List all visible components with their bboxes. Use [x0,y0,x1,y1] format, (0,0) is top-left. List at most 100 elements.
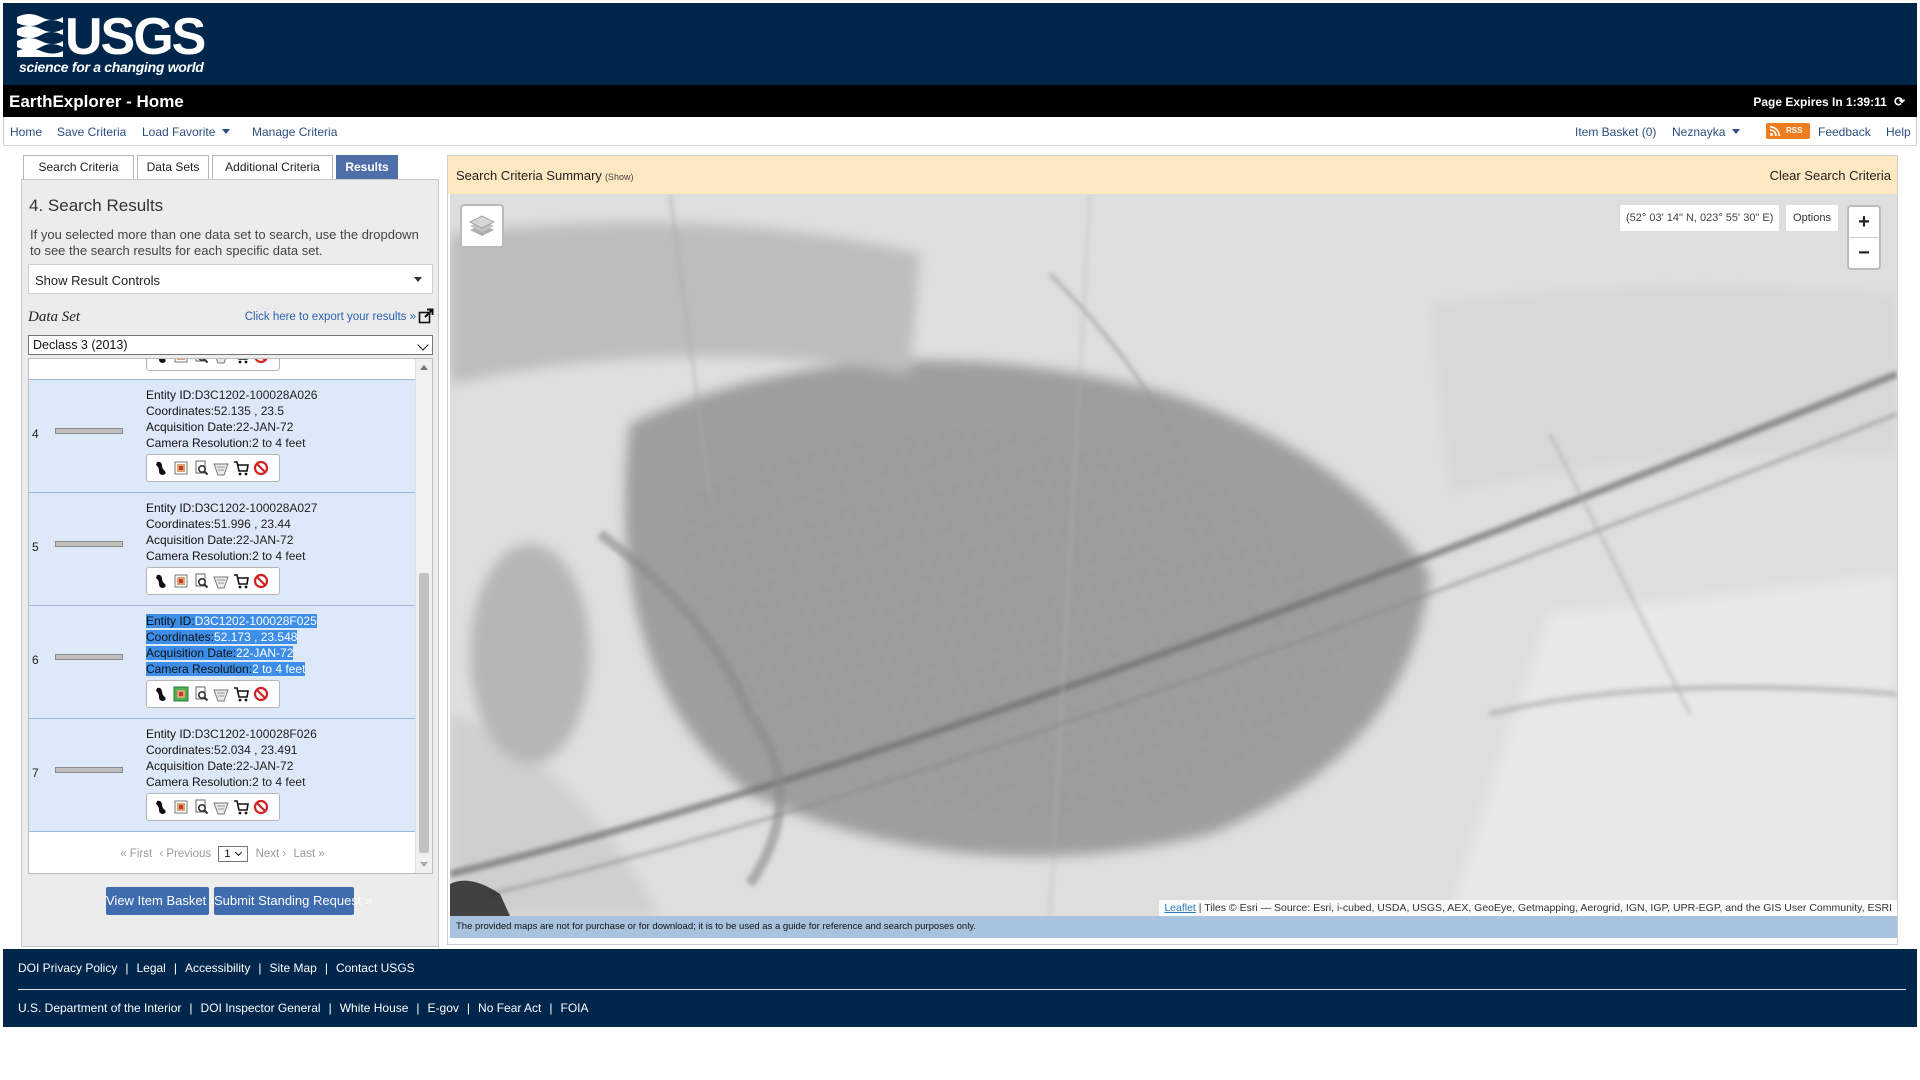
browse-overlay-icon[interactable] [173,359,189,364]
row-number: 6 [32,653,39,667]
add-to-basket-icon[interactable] [233,359,249,364]
scroll-up-arrow-icon[interactable] [420,365,428,370]
show-metadata-icon[interactable] [193,573,209,589]
footprint-icon[interactable] [153,359,169,364]
site-footer: DOI Privacy Policy | Legal | Accessibility | S… [3,949,1917,1027]
footprint-icon[interactable] [153,686,169,702]
nav-feedback[interactable]: Feedback [1818,125,1871,139]
compare-icon[interactable] [213,359,229,364]
tab-search-criteria[interactable]: Search Criteria [23,155,134,179]
results-scrollbar[interactable] [415,359,432,873]
tab-additional-criteria[interactable]: Additional Criteria [212,155,333,179]
acquisition-date-label: Acquisition Date: [146,533,237,547]
tab-results[interactable]: Results [336,155,398,179]
footer-link[interactable]: DOI Privacy Policy [18,961,117,975]
refresh-icon[interactable]: ⟳ [1894,94,1905,110]
tab-data-sets[interactable]: Data Sets [137,155,209,179]
footer-link[interactable]: E-gov [428,1001,459,1015]
compare-icon[interactable] [213,460,229,476]
add-to-basket-icon[interactable] [233,460,249,476]
result-row[interactable]: 4 Entity ID:D3C1202-100028A026 Coordinates… [29,380,416,493]
usgs-logo[interactable]: USGS science for a changing world [17,11,206,75]
footer-link[interactable]: Accessibility [185,961,250,975]
nav-item-basket[interactable]: Item Basket (0) [1575,125,1656,139]
compare-icon[interactable] [213,799,229,815]
add-to-basket-icon[interactable] [233,686,249,702]
exclude-icon[interactable] [253,460,269,476]
footer-link[interactable]: Legal [136,961,165,975]
exclude-icon[interactable] [253,686,269,702]
footer-link[interactable]: Contact USGS [336,961,415,975]
result-toolbar [146,454,280,482]
footer-link[interactable]: White House [340,1001,409,1015]
browse-overlay-icon[interactable] [173,573,189,589]
usgs-header: USGS science for a changing world [3,3,1917,85]
pager-first[interactable]: « First [120,848,152,860]
show-metadata-icon[interactable] [193,799,209,815]
result-row[interactable]: 6 Entity ID:D3C1202-100028F025 Coordinates… [29,606,416,719]
add-to-basket-icon[interactable] [233,573,249,589]
browse-overlay-icon[interactable] [173,686,189,702]
footer-link[interactable]: DOI Inspector General [201,1001,321,1015]
footprint-icon[interactable] [153,799,169,815]
footer-link[interactable]: FOIA [561,1001,589,1015]
browse-overlay-icon[interactable] [173,799,189,815]
browse-thumbnail[interactable] [55,654,123,660]
nav-home[interactable]: Home [10,125,42,139]
entity-id-field: Entity ID:D3C1202-100028A026 [146,388,317,402]
external-link-icon[interactable] [418,308,434,324]
browse-overlay-icon[interactable] [173,460,189,476]
pager-previous[interactable]: ‹ Previous [159,848,211,860]
rss-feed-button[interactable]: RSS [1766,123,1810,139]
nav-help[interactable]: Help [1886,125,1911,139]
compare-icon[interactable] [213,573,229,589]
add-to-basket-icon[interactable] [233,799,249,815]
exclude-icon[interactable] [253,799,269,815]
show-metadata-icon[interactable] [193,686,209,702]
criteria-show-link[interactable]: (Show) [605,172,634,182]
acquisition-date-field: Acquisition Date:22-JAN-72 [146,646,294,660]
layers-control-button[interactable] [460,204,504,248]
map-options-button[interactable]: Options [1786,205,1838,231]
title-bar: EarthExplorer - Home Page Expires In 1:3… [3,85,1917,117]
nav-user-menu[interactable]: Neznayka [1672,125,1741,139]
result-row[interactable]: 5 Entity ID:D3C1202-100028A027 Coordinates… [29,493,416,606]
leaflet-link[interactable]: Leaflet [1164,902,1196,914]
zoom-out-button[interactable]: − [1849,238,1879,268]
footer-separator: | [324,961,328,975]
map-disclaimer: The provided maps are not for purchase o… [450,916,1897,938]
map-view[interactable]: (52° 03' 14" N, 023° 55' 30" E) Options … [450,194,1897,916]
zoom-in-button[interactable]: + [1849,207,1879,237]
page-expires: Page Expires In 1:39:11 ⟳ [1753,94,1905,110]
footer-link[interactable]: U.S. Department of the Interior [18,1001,181,1015]
footer-link[interactable]: Site Map [269,961,316,975]
footprint-icon[interactable] [153,460,169,476]
browse-thumbnail[interactable] [55,541,123,547]
scrollbar-thumb[interactable] [419,573,429,853]
show-metadata-icon[interactable] [193,359,209,364]
nav-load-favorite[interactable]: Load Favorite [142,125,231,139]
compare-icon[interactable] [213,686,229,702]
result-row[interactable]: 7 Entity ID:D3C1202-100028F026 Coordinates… [29,719,416,832]
pager-last[interactable]: Last » [293,848,324,860]
footprint-icon[interactable] [153,573,169,589]
submit-standing-request-button[interactable]: Submit Standing Request » [214,887,372,915]
data-set-select[interactable]: Declass 3 (2013) [28,335,433,355]
browse-thumbnail[interactable] [55,767,123,773]
view-item-basket-button[interactable]: View Item Basket » [106,887,217,915]
nav-manage-criteria[interactable]: Manage Criteria [252,125,337,139]
footer-link[interactable]: No Fear Act [478,1001,541,1015]
footer-separator: | [328,1001,332,1015]
show-metadata-icon[interactable] [193,460,209,476]
nav-save-criteria[interactable]: Save Criteria [57,125,126,139]
exclude-icon[interactable] [253,573,269,589]
coordinates-field: Coordinates:51.996 , 23.44 [146,517,291,531]
show-result-controls-toggle[interactable]: Show Result Controls [28,264,433,294]
scroll-down-arrow-icon[interactable] [420,862,428,867]
page-select[interactable]: 1 [218,845,249,862]
browse-thumbnail[interactable] [55,428,123,434]
export-results-link[interactable]: Click here to export your results » [245,311,416,323]
clear-search-criteria-link[interactable]: Clear Search Criteria [1770,168,1891,183]
pager-next[interactable]: Next › [256,848,287,860]
exclude-icon[interactable] [253,359,269,364]
